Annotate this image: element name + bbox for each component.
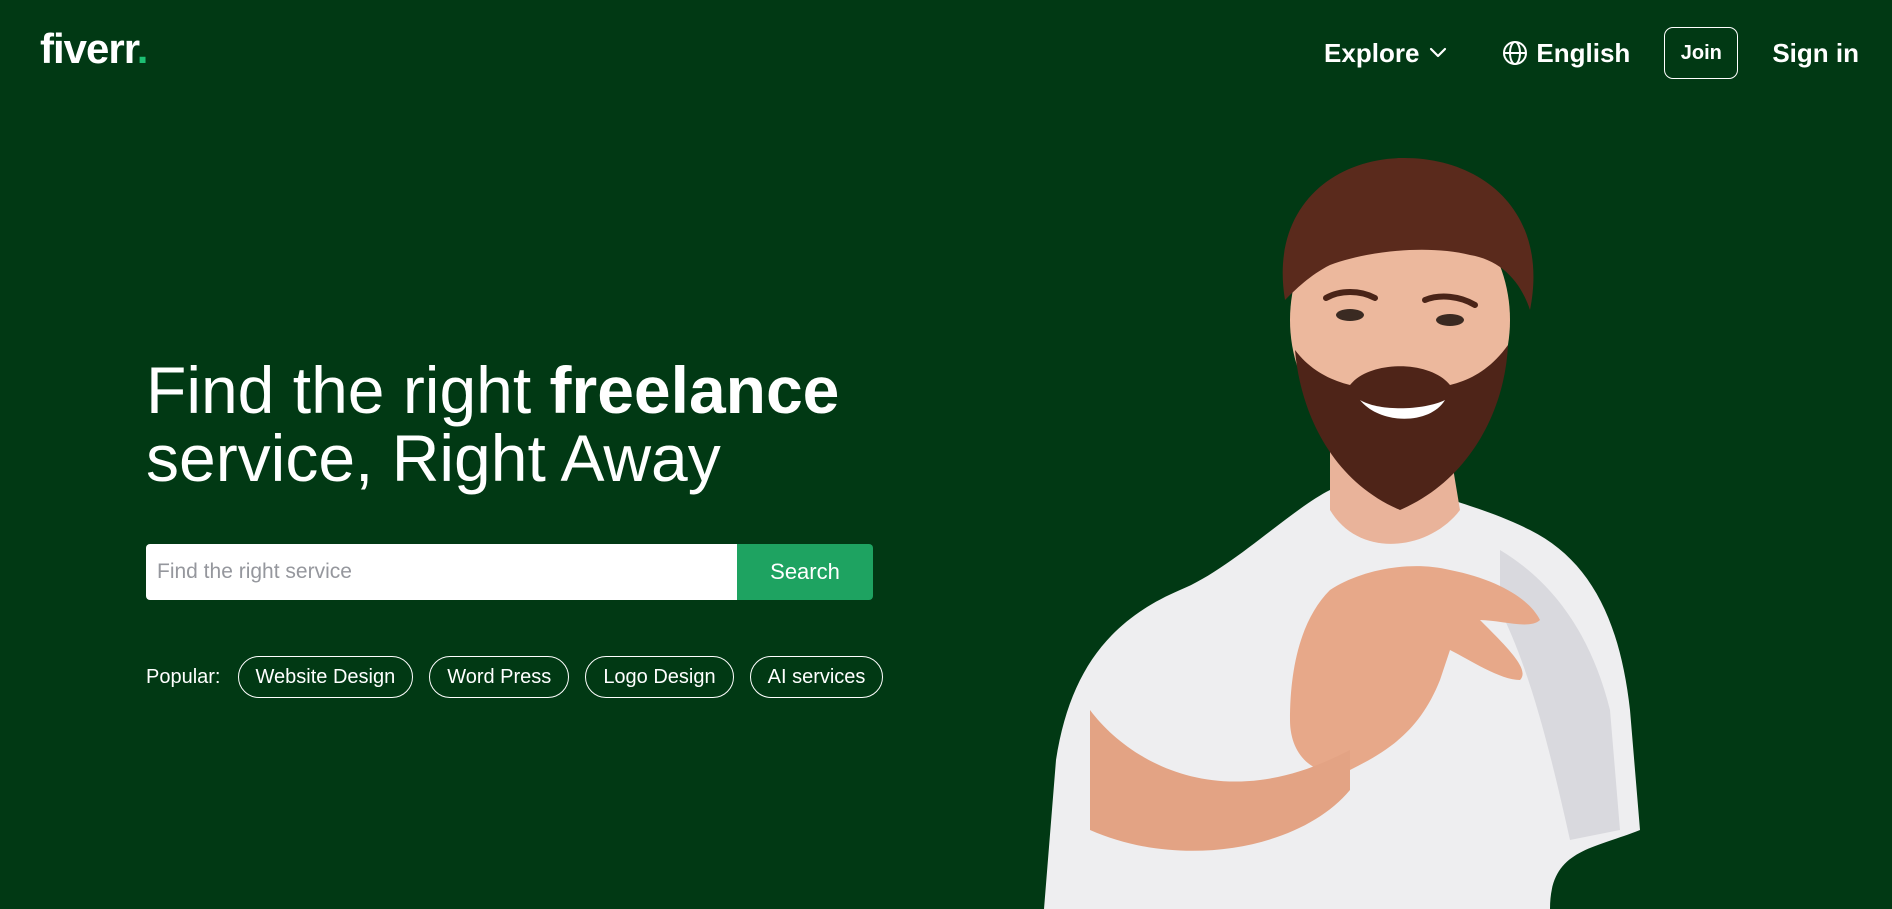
right-eye bbox=[1436, 314, 1464, 326]
left-eye bbox=[1336, 309, 1364, 321]
top-nav: Explore English Join Sign in bbox=[1324, 27, 1859, 79]
fiverr-logo[interactable]: fiverr. bbox=[40, 25, 149, 72]
logo-text: fiverr bbox=[40, 25, 138, 72]
search-button[interactable]: Search bbox=[737, 544, 873, 600]
logo-dot: . bbox=[136, 25, 149, 72]
sign-in-link[interactable]: Sign in bbox=[1772, 38, 1859, 69]
popular-tag-website-design[interactable]: Website Design bbox=[237, 656, 414, 698]
hero-person-image bbox=[1044, 157, 1640, 909]
popular-tag-ai-services[interactable]: AI services bbox=[749, 656, 884, 698]
explore-label: Explore bbox=[1324, 37, 1420, 68]
headline-bold: freelance bbox=[549, 353, 840, 427]
popular-label: Popular: bbox=[146, 665, 221, 688]
headline-part1: Find the right bbox=[146, 353, 550, 427]
hero-headline: Find the right freelance service, Right … bbox=[146, 356, 839, 492]
language-label: English bbox=[1536, 37, 1631, 68]
landing-page: fiverr. Explore English Join Sign in Fin… bbox=[0, 0, 1892, 909]
explore-menu[interactable]: Explore bbox=[1324, 38, 1447, 69]
chevron-down-icon bbox=[1430, 47, 1447, 58]
popular-tags: Popular: Website Design Word Press Logo … bbox=[146, 656, 899, 698]
globe-icon bbox=[1503, 41, 1528, 65]
join-button[interactable]: Join bbox=[1664, 27, 1739, 79]
search-input[interactable] bbox=[146, 544, 737, 600]
search-bar: Search bbox=[146, 544, 873, 600]
language-selector[interactable]: English bbox=[1502, 38, 1630, 69]
popular-tag-word-press[interactable]: Word Press bbox=[429, 656, 570, 698]
headline-part2: service, Right Away bbox=[146, 421, 721, 495]
popular-tag-logo-design[interactable]: Logo Design bbox=[585, 656, 734, 698]
